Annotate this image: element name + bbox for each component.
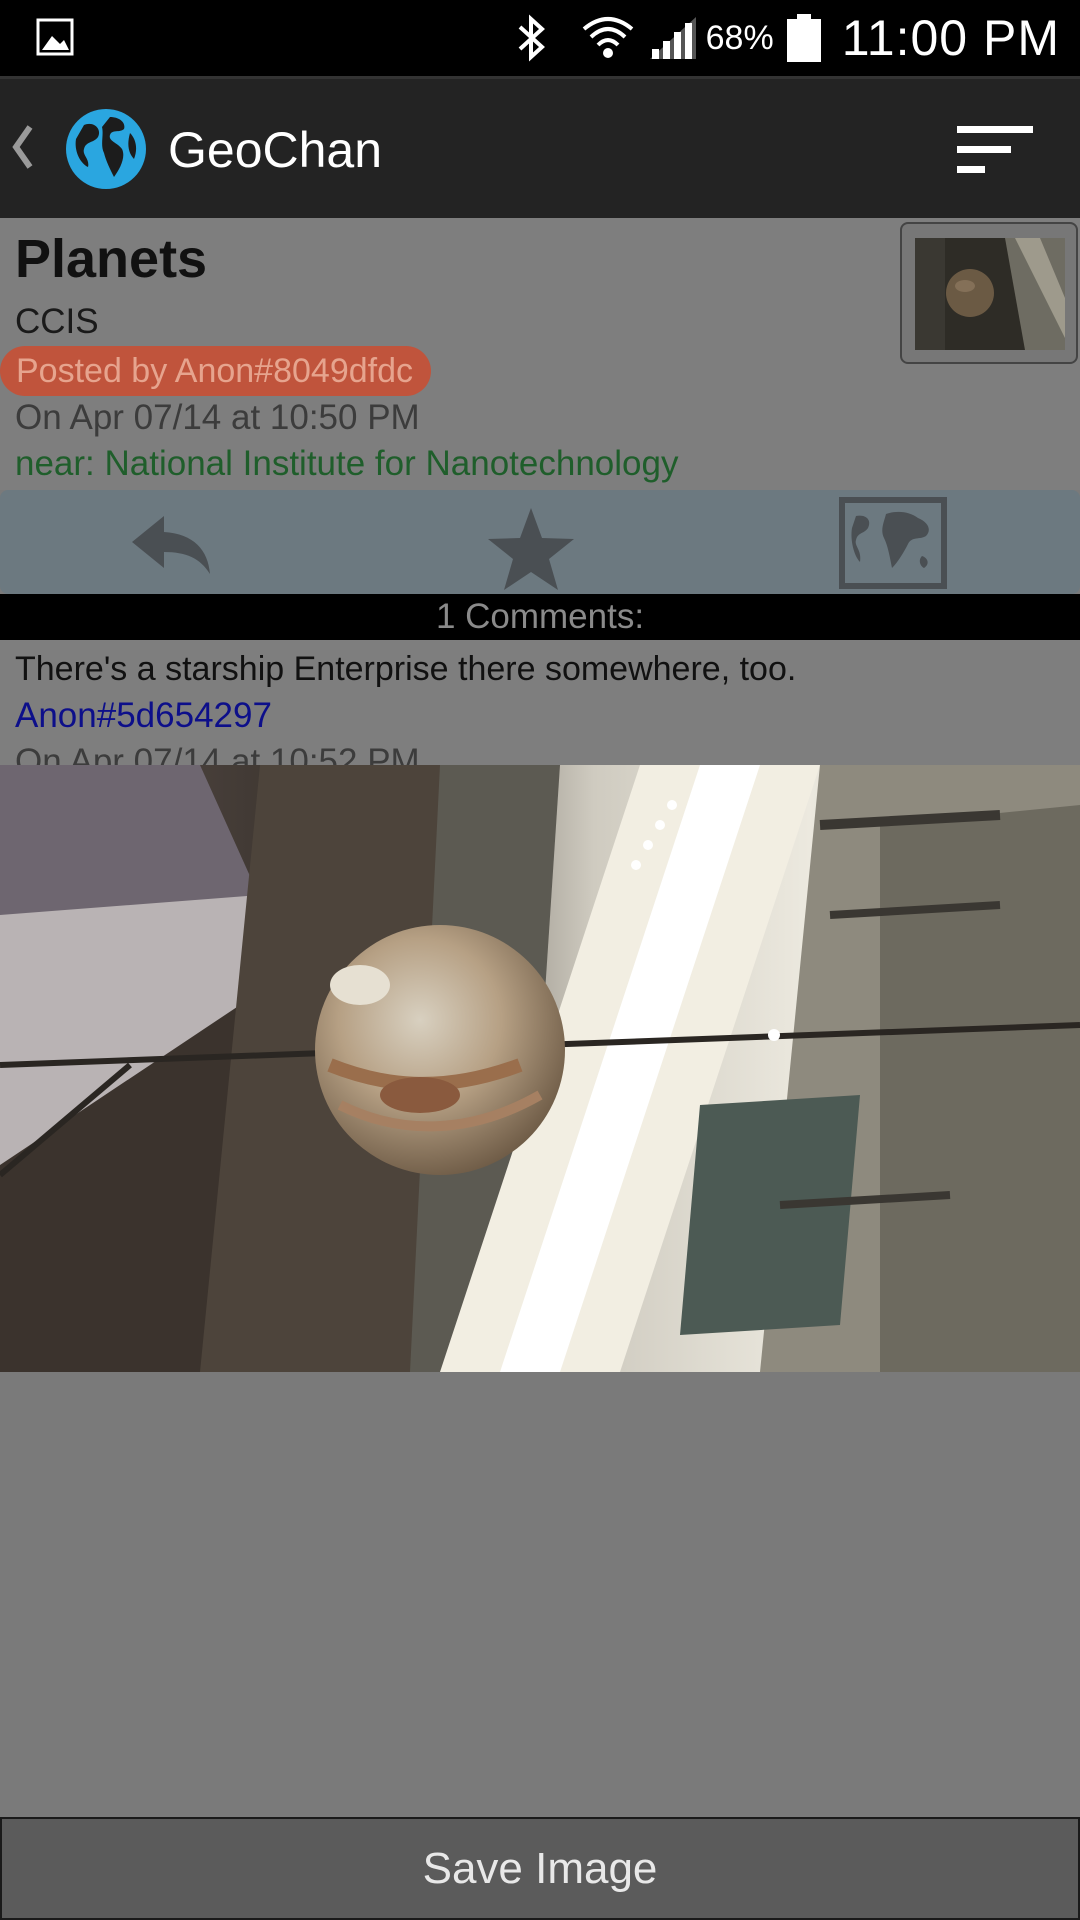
status-bar: 68% 11:00 PM bbox=[0, 0, 1080, 76]
app-title: GeoChan bbox=[168, 122, 383, 178]
clock: 11:00 PM bbox=[841, 10, 1060, 66]
post-title: Planets bbox=[15, 229, 208, 289]
star-icon[interactable] bbox=[486, 506, 576, 592]
post-header: Planets CCIS Posted by Anon#8049dfdc On … bbox=[0, 218, 1080, 490]
battery-percent: 68% bbox=[705, 18, 774, 57]
comment-item: There's a starship Enterprise there some… bbox=[0, 640, 1080, 765]
map-icon[interactable] bbox=[838, 496, 948, 590]
reply-icon[interactable] bbox=[130, 512, 216, 578]
wifi-icon bbox=[582, 17, 633, 58]
post-actions bbox=[0, 490, 1080, 594]
comment-text: There's a starship Enterprise there some… bbox=[15, 650, 797, 688]
action-bar: GeoChan bbox=[0, 76, 1080, 218]
up-chevron-icon[interactable] bbox=[8, 121, 38, 173]
comment-date: On Apr 07/14 at 10:52 PM bbox=[15, 742, 420, 765]
post-thumbnail[interactable] bbox=[915, 238, 1065, 350]
author-badge[interactable]: Posted by Anon#8049dfdc bbox=[0, 346, 431, 396]
comments-header: 1 Comments: bbox=[0, 594, 1080, 640]
post-date: On Apr 07/14 at 10:50 PM bbox=[15, 398, 420, 437]
post-near-location: near: National Institute for Nanotechnol… bbox=[15, 444, 679, 483]
battery-icon bbox=[786, 14, 821, 62]
comment-author[interactable]: Anon#5d654297 bbox=[15, 696, 272, 736]
fullscreen-photo[interactable] bbox=[0, 765, 1080, 1372]
gallery-icon bbox=[36, 18, 74, 56]
globe-icon[interactable] bbox=[64, 107, 148, 191]
save-image-button[interactable]: Save Image bbox=[0, 1817, 1080, 1920]
post-location: CCIS bbox=[15, 302, 99, 341]
thumbnail-frame[interactable] bbox=[900, 222, 1078, 364]
menu-icon[interactable] bbox=[955, 124, 1035, 178]
signal-icon bbox=[649, 17, 696, 59]
bluetooth-icon bbox=[518, 14, 545, 62]
